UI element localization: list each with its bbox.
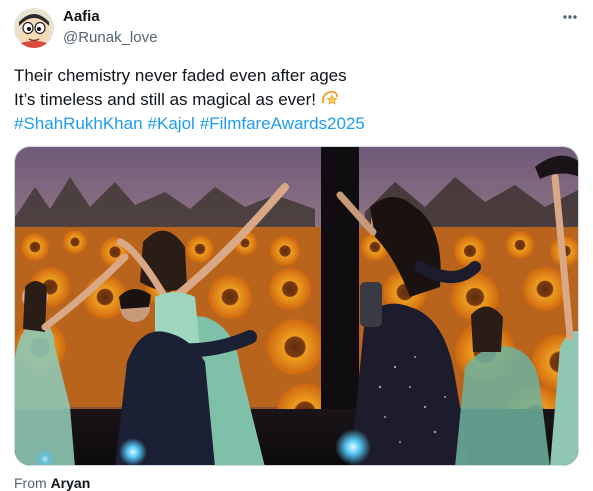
hashtag-kajol[interactable]: #Kajol	[148, 114, 195, 133]
hashtag-shahrukhkhan[interactable]: #ShahRukhKhan	[14, 114, 143, 133]
attribution-prefix: From	[14, 475, 47, 491]
avatar[interactable]	[14, 8, 54, 48]
display-name[interactable]: Aafia	[63, 8, 100, 25]
more-options-button[interactable]	[557, 6, 583, 28]
more-horizontal-icon	[563, 15, 577, 19]
tweet-text-line-2: It’s timeless and still as magical as ev…	[14, 88, 579, 112]
tweet-media-video[interactable]	[14, 146, 579, 466]
hashtag-filmfareawards2025[interactable]: #FilmfareAwards2025	[200, 114, 365, 133]
user-handle[interactable]: @Runak_love	[63, 29, 157, 46]
video-attribution: From Aryan	[14, 475, 90, 491]
hashtag-row: #ShahRukhKhan #Kajol #FilmfareAwards2025	[14, 112, 579, 136]
cartoon-face-avatar-icon	[14, 8, 54, 48]
tweet-text-line-2-content: It’s timeless and still as magical as ev…	[14, 90, 317, 109]
attribution-source-link[interactable]: Aryan	[51, 475, 91, 491]
tweet-text-line-1: Their chemistry never faded even after a…	[14, 66, 347, 85]
tweet-card: Aafia @Runak_love Their chemistry never …	[0, 0, 593, 491]
stage-performance-image	[15, 147, 578, 465]
tweet-text: Their chemistry never faded even after a…	[14, 64, 579, 136]
dizzy-star-emoji-icon	[320, 88, 340, 108]
